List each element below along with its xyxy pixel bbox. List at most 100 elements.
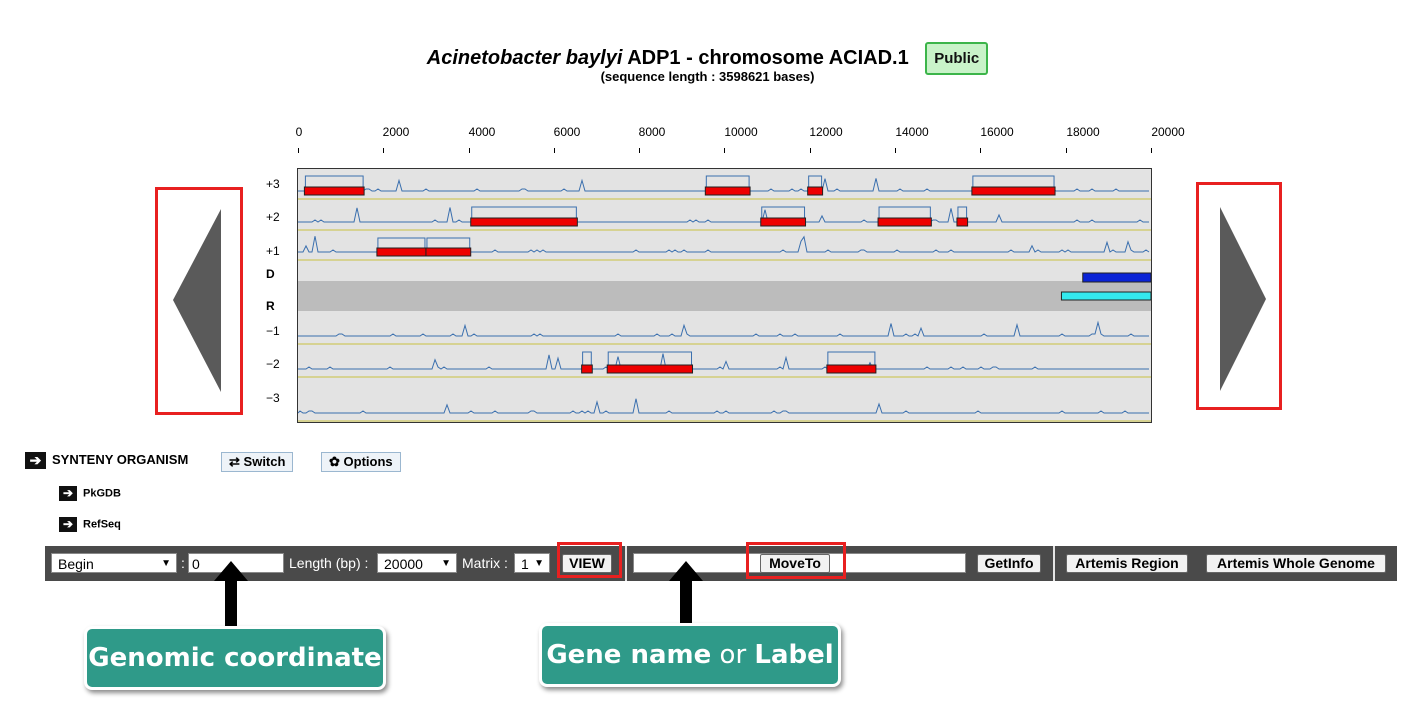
scale-label: 20000 bbox=[1151, 125, 1185, 139]
gene-bracket bbox=[827, 351, 876, 365]
gene-bracket bbox=[426, 237, 471, 248]
scale-tick bbox=[554, 148, 555, 153]
d-feature-bar bbox=[1082, 272, 1151, 283]
dropdown-arrow-icon: ▼ bbox=[441, 558, 451, 569]
getinfo-button[interactable]: GetInfo bbox=[977, 554, 1041, 573]
options-button[interactable]: ✿ Options bbox=[321, 452, 401, 472]
artemis-region-button[interactable]: Artemis Region bbox=[1066, 554, 1188, 573]
r-feature-bar bbox=[1060, 291, 1151, 301]
up-arrow-icon bbox=[214, 561, 248, 629]
frame-label-minus2: −2 bbox=[266, 357, 280, 371]
gene-bar bbox=[376, 247, 427, 257]
switch-button[interactable]: ⇄ Switch bbox=[221, 452, 294, 472]
scale-label: 8000 bbox=[638, 125, 666, 139]
gene-bar bbox=[704, 186, 751, 196]
reverse-band bbox=[298, 281, 1151, 311]
genome-track-canvas[interactable] bbox=[298, 169, 1151, 422]
switch-label: Switch bbox=[243, 454, 286, 469]
artemis-whole-genome-button[interactable]: Artemis Whole Genome bbox=[1206, 554, 1386, 573]
dropdown-arrow-icon: ▼ bbox=[534, 558, 544, 569]
scale-tick bbox=[1151, 148, 1152, 153]
scale-tick bbox=[469, 148, 470, 153]
gene-bar bbox=[760, 217, 807, 227]
view-highlight bbox=[557, 542, 622, 578]
position-select[interactable]: Begin ▼ bbox=[51, 553, 177, 573]
gene-name-callout: Gene name or Label bbox=[539, 623, 841, 687]
length-select-value: 20000 bbox=[384, 556, 423, 572]
scroll-right-button[interactable] bbox=[1196, 182, 1282, 410]
frame-label-plus1: +1 bbox=[266, 244, 280, 258]
scale-label: 18000 bbox=[1066, 125, 1100, 139]
scale-label: 10000 bbox=[724, 125, 758, 139]
scale-label: 12000 bbox=[809, 125, 843, 139]
options-label: Options bbox=[343, 454, 393, 469]
gene-bracket bbox=[471, 206, 577, 218]
matrix-select-value: 1 bbox=[521, 556, 529, 572]
arrow-right-icon: ➔ bbox=[59, 517, 77, 532]
gene-bar bbox=[971, 186, 1056, 196]
gene-bar bbox=[826, 364, 877, 374]
synteny-organism-toggle[interactable]: ➔ SYNTENY ORGANISM bbox=[25, 452, 189, 470]
colon-label: : bbox=[181, 555, 185, 571]
gene-bar bbox=[956, 217, 969, 227]
gene-bracket bbox=[957, 206, 968, 218]
callout-text: Genomic coordinate bbox=[88, 643, 382, 673]
scale-tick bbox=[639, 148, 640, 153]
sequence-length: (sequence length : 3598621 bases) bbox=[600, 69, 815, 84]
synteny-title: SYNTENY ORGANISM bbox=[52, 452, 189, 467]
callout-text: Label bbox=[754, 640, 834, 670]
gene-bracket bbox=[972, 175, 1055, 187]
coding-trace bbox=[298, 398, 1149, 414]
gene-bracket bbox=[878, 206, 931, 218]
gene-bracket bbox=[582, 351, 592, 365]
scale-label: 4000 bbox=[468, 125, 496, 139]
matrix-select[interactable]: 1 ▼ bbox=[514, 553, 550, 573]
page-title: Acinetobacter baylyi ADP1 - chromosome A… bbox=[427, 47, 909, 70]
callout-text: Gene name bbox=[546, 640, 712, 670]
source-label: PkGDB bbox=[83, 487, 121, 500]
synteny-source-pkgdb[interactable]: ➔ PkGDB bbox=[59, 486, 121, 501]
gene-bar bbox=[807, 186, 824, 196]
frame-label-minus1: −1 bbox=[266, 324, 280, 338]
genomic-coordinate-callout: Genomic coordinate bbox=[84, 626, 386, 690]
dropdown-arrow-icon: ▼ bbox=[161, 558, 171, 569]
gene-bracket bbox=[377, 237, 426, 248]
gene-bracket bbox=[705, 175, 750, 187]
switch-icon: ⇄ bbox=[229, 454, 240, 469]
toolbar-divider bbox=[625, 546, 627, 581]
scale-label: 0 bbox=[295, 125, 303, 139]
synteny-source-refseq[interactable]: ➔ RefSeq bbox=[59, 517, 121, 532]
gene-bracket bbox=[304, 175, 364, 187]
gene-bar bbox=[581, 364, 593, 374]
moveto-highlight bbox=[746, 542, 846, 579]
frame-label-minus3: −3 bbox=[266, 391, 280, 405]
right-triangle-icon bbox=[1220, 207, 1266, 391]
scroll-left-button[interactable] bbox=[155, 187, 243, 415]
frame-label-d: D bbox=[266, 267, 275, 281]
coding-trace bbox=[298, 320, 1149, 337]
up-arrow-icon bbox=[669, 561, 703, 625]
genome-viewer[interactable] bbox=[297, 168, 1152, 423]
gear-icon: ✿ bbox=[329, 454, 340, 469]
scale-tick bbox=[724, 148, 725, 153]
gene-bracket bbox=[761, 206, 806, 218]
frame-label-plus2: +2 bbox=[266, 210, 280, 224]
scale-label: 2000 bbox=[382, 125, 410, 139]
scale-label: 6000 bbox=[553, 125, 581, 139]
scale-tick bbox=[298, 148, 299, 153]
gene-bar bbox=[877, 217, 932, 227]
length-label: Length (bp) : bbox=[289, 555, 369, 571]
gene-bracket bbox=[808, 175, 823, 187]
chromosome-name: ADP1 - chromosome ACIAD.1 bbox=[622, 47, 909, 69]
scale-tick bbox=[810, 148, 811, 153]
scale-tick bbox=[383, 148, 384, 153]
arrow-right-icon: ➔ bbox=[59, 486, 77, 501]
length-select[interactable]: 20000 ▼ bbox=[377, 553, 457, 573]
callout-text: or bbox=[719, 640, 747, 670]
matrix-label: Matrix : bbox=[462, 555, 508, 571]
gene-bar bbox=[425, 247, 472, 257]
scale-label: 16000 bbox=[980, 125, 1014, 139]
scale-label: 14000 bbox=[895, 125, 929, 139]
coding-trace bbox=[298, 207, 1149, 223]
source-label: RefSeq bbox=[83, 518, 121, 531]
